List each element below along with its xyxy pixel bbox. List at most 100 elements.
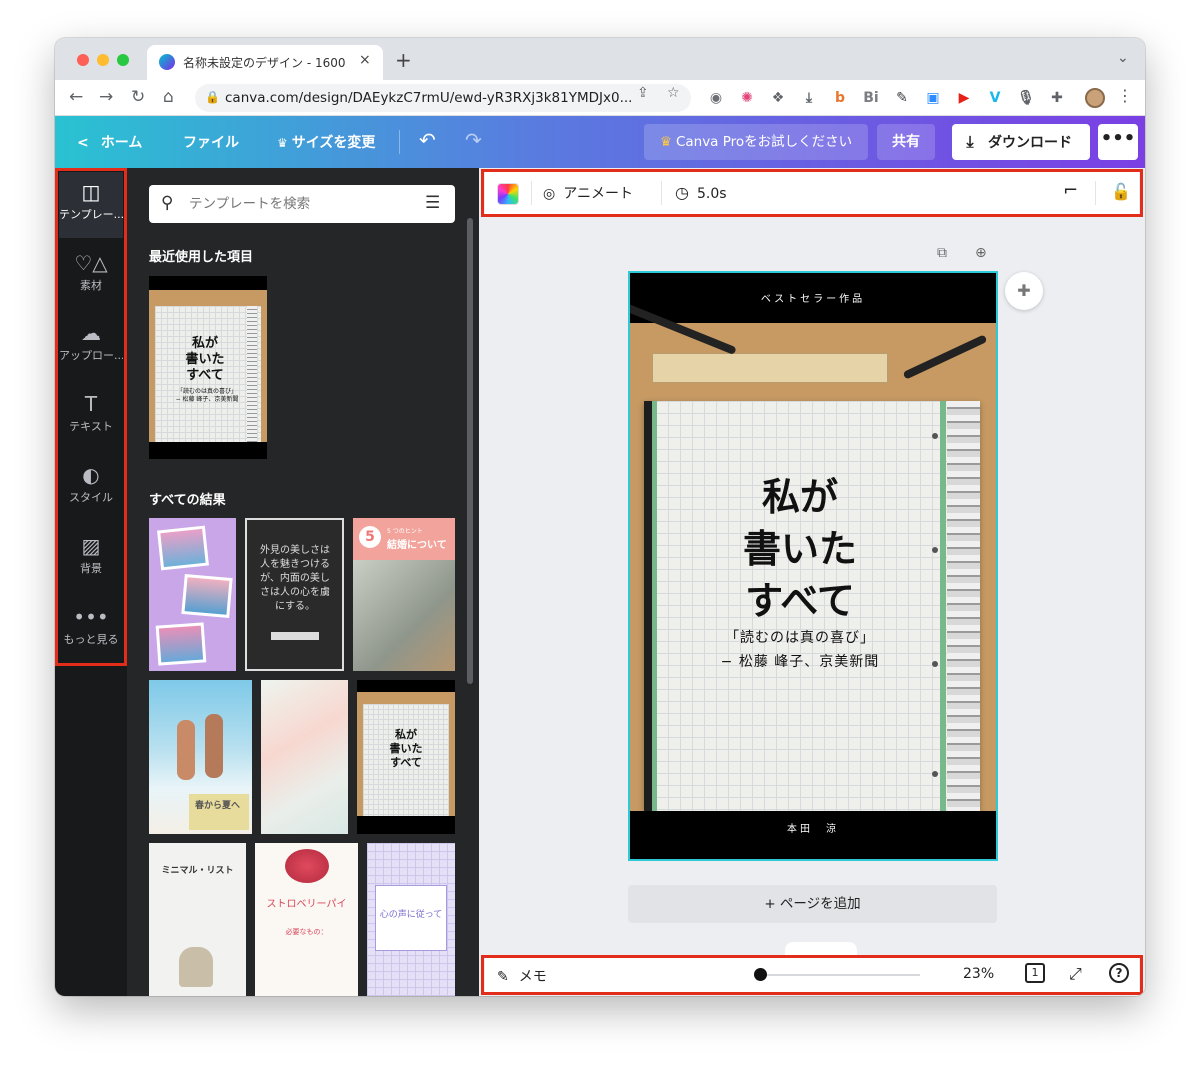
filter-sliders-icon[interactable]: ☰ [425, 193, 440, 213]
zoom-extension-icon[interactable]: ▣ [924, 89, 942, 107]
design-author[interactable]: 本田 涼 [630, 811, 996, 859]
youtube-extension-icon[interactable]: ▶ [955, 89, 973, 107]
template-thumbnail[interactable]: 私が 書いた すべて [357, 680, 455, 834]
maximize-window-button[interactable] [117, 54, 129, 66]
template-thumbnail[interactable]: 心の声に従って [367, 843, 455, 996]
minimize-window-button[interactable] [97, 54, 109, 66]
tab-close-icon[interactable]: × [359, 52, 371, 68]
template-title: ストロベリーパイ [266, 899, 347, 910]
recent-template-thumbnail[interactable]: 私が 書いた すべて 「読むのは真の喜び」 − 松藤 峰子、京美新聞 [149, 276, 267, 459]
template-thumbnail[interactable]: 春から夏へ [149, 680, 252, 834]
add-page-button[interactable]: + ページを追加 [628, 885, 997, 923]
sidebar-item-background[interactable]: ▨ 背景 [59, 526, 123, 592]
template-thumbnail[interactable]: 外見の美しさは人を魅きつけるが、内面の美しさは人の心を虜にする。 [245, 518, 344, 671]
bookmark-star-icon[interactable]: ☆ [667, 85, 680, 101]
layout-icon: ◫ [81, 180, 101, 204]
lock-icon[interactable]: 🔓 [1111, 182, 1131, 201]
template-thumbnail[interactable]: ミニマル・リスト [149, 843, 246, 996]
fullscreen-icon[interactable]: ⤢ [1069, 964, 1082, 984]
template-search-box[interactable]: ⚲ ☰ [149, 185, 455, 223]
add-page-icon[interactable]: ⊕ [975, 245, 987, 261]
template-thumbnail[interactable] [261, 680, 348, 834]
search-icon: ⚲ [161, 193, 174, 213]
dropbox-extension-icon[interactable]: ❖ [769, 89, 787, 107]
all-results-heading: すべての結果 [149, 493, 226, 508]
camera-extension-icon[interactable]: ◉ [707, 89, 725, 107]
redo-icon[interactable]: ↷ [465, 128, 482, 152]
design-title[interactable]: 私が 書いた すべて [680, 471, 920, 627]
home-icon[interactable]: ⌂ [163, 87, 174, 107]
vimeo-extension-icon[interactable]: V [986, 89, 1004, 107]
close-window-button[interactable] [77, 54, 89, 66]
zoom-slider-track[interactable] [760, 974, 920, 976]
back-icon[interactable]: ← [69, 87, 83, 107]
sidebar-item-elements[interactable]: ♡△ 素材 [59, 243, 123, 309]
profile-avatar[interactable] [1085, 88, 1105, 108]
design-page[interactable]: ベストセラー作品 私が 書いた すべて 「読むのは真の喜び」 − 松藤 峰子、京… [628, 271, 998, 861]
sidebar-item-styles[interactable]: ◐ スタイル [59, 455, 123, 521]
browser-tab[interactable]: 名称未設定のデザイン - 1600 × 2 × [147, 45, 383, 80]
undo-icon[interactable]: ↶ [419, 128, 436, 152]
download-button[interactable]: ⤓ ダウンロード [952, 124, 1090, 160]
template-search-input[interactable] [189, 194, 409, 214]
tab-search-chevron-icon[interactable]: ⌄ [1117, 50, 1129, 66]
bottom-toolbar: ✎ メモ 23% 1 ⤢ ? [485, 958, 1139, 992]
animate-label: アニメート [563, 186, 633, 202]
sidebar-item-more[interactable]: ••• もっと見る [59, 597, 123, 663]
canva-header: < ホーム ファイル ♛ サイズを変更 ↶ ↷ ♛ Canva Proをお試しください… [55, 116, 1145, 168]
browser-menu-icon[interactable]: ⋮ [1117, 86, 1133, 105]
page-count-icon[interactable]: 1 [1025, 963, 1045, 983]
color-picker-icon[interactable] [497, 183, 519, 205]
sidebar-item-templates[interactable]: ◫ テンプレー... [59, 172, 123, 238]
url-text[interactable]: canva.com/design/DAEykzC7rmU/ewd-yR3RXj3… [225, 90, 632, 106]
bi-extension-icon[interactable]: Bi [862, 89, 880, 107]
try-canva-pro-button[interactable]: ♛ Canva Proをお試しください [644, 124, 868, 160]
sidebar-item-label: もっと見る [63, 633, 119, 646]
download-extension-icon[interactable]: ⤓ [800, 89, 818, 107]
sidebar-item-text[interactable]: T テキスト [59, 384, 123, 450]
zoom-slider-handle[interactable] [754, 968, 767, 981]
tab-title: 名称未設定のデザイン - 1600 × 2 [183, 56, 351, 70]
more-options-button[interactable]: ••• [1098, 124, 1138, 160]
resize-button[interactable]: ♛ サイズを変更 [277, 132, 375, 152]
b-extension-icon[interactable]: b [831, 89, 849, 107]
design-quote[interactable]: 「読むのは真の喜び」 [670, 627, 930, 647]
template-title: ミニマル・リスト [161, 866, 234, 876]
share-page-icon[interactable]: ⇪ [637, 85, 649, 101]
number-badge: 5 [359, 526, 381, 548]
color-wheel-extension-icon[interactable]: ✺ [738, 89, 756, 107]
sidebar-item-label: 背景 [80, 562, 102, 575]
sidebar-item-uploads[interactable]: ☁ アップロー... [59, 313, 123, 379]
template-thumbnail[interactable]: 5 5 つのヒント 結婚について [353, 518, 455, 671]
notes-button[interactable]: ✎ メモ [497, 966, 547, 986]
address-bar[interactable]: 🔒 canva.com/design/DAEykzC7rmU/ewd-yR3RX… [195, 84, 691, 112]
duration-button[interactable]: ◷ 5.0s [675, 183, 727, 202]
eyedropper-extension-icon[interactable]: ✎ [893, 89, 911, 107]
home-button[interactable]: < ホーム [77, 132, 142, 152]
new-tab-button[interactable]: + [395, 48, 412, 72]
crown-icon: ♛ [659, 134, 672, 150]
template-thumbnail[interactable] [149, 518, 236, 671]
design-top-label[interactable]: ベストセラー作品 [630, 273, 996, 323]
panel-scrollbar[interactable] [467, 218, 473, 684]
zoom-percentage[interactable]: 23% [963, 966, 994, 982]
forward-icon[interactable]: → [99, 87, 113, 107]
template-thumbnail[interactable]: ストロベリーパイ 必要なもの： [255, 843, 358, 996]
reload-icon[interactable]: ↻ [131, 87, 145, 107]
mic-extension-icon[interactable]: 🎙 [1017, 89, 1035, 107]
thumb-title: 私が 書いた すべて [371, 728, 441, 770]
punch-hole [932, 547, 938, 553]
file-menu-button[interactable]: ファイル [183, 132, 239, 152]
design-attribution[interactable]: − 松藤 峰子、京美新聞 [670, 651, 930, 671]
help-icon[interactable]: ? [1109, 963, 1129, 983]
add-comment-icon[interactable]: ✚ [1005, 272, 1043, 310]
home-label: ホーム [100, 135, 143, 151]
animate-button[interactable]: ◎ アニメート [543, 183, 633, 203]
puzzle-extension-icon[interactable]: ✚ [1048, 89, 1066, 107]
share-button[interactable]: 共有 [877, 124, 935, 160]
try-pro-label: Canva Proをお試しください [675, 134, 853, 150]
browser-toolbar: ← → ↻ ⌂ 🔒 canva.com/design/DAEykzC7rmU/e… [55, 80, 1145, 116]
paint-roller-icon[interactable]: ⌐ [1063, 180, 1078, 201]
duplicate-page-icon[interactable]: ⧉ [937, 245, 947, 261]
photo-frame [155, 622, 207, 666]
